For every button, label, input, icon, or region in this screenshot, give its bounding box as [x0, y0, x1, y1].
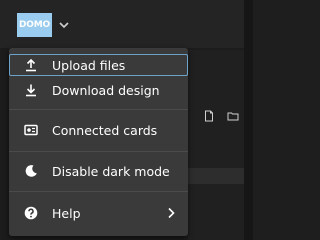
menu-item-label: Connected cards — [52, 122, 158, 138]
menu-item-connected-cards[interactable]: Connected cards — [9, 119, 188, 141]
menu-item-label: Upload files — [52, 57, 126, 73]
background-panel — [188, 50, 244, 240]
menu-item-label: Disable dark mode — [52, 163, 170, 179]
menu-item-label: Help — [52, 205, 81, 221]
right-scroll-strip — [244, 0, 253, 240]
help-icon — [24, 206, 38, 220]
menu-divider — [9, 109, 188, 110]
menu-item-disable-dark-mode[interactable]: Disable dark mode — [9, 160, 188, 182]
menu-item-label: Download design — [52, 82, 160, 98]
domo-logo[interactable]: DOMO — [17, 13, 52, 37]
menu-item-help[interactable]: Help — [9, 202, 188, 224]
background-selected-row — [186, 168, 244, 184]
top-bar: DOMO — [0, 0, 253, 48]
app-stage: DOMO Upload files Download design Connec… — [0, 0, 253, 240]
menu-divider — [9, 151, 188, 152]
chevron-right-icon — [168, 207, 175, 219]
folder-icon[interactable] — [227, 110, 239, 122]
menu-divider — [9, 191, 188, 192]
menu-item-download-design[interactable]: Download design — [9, 79, 188, 101]
menu-item-upload-files[interactable]: Upload files — [9, 54, 188, 76]
moon-icon — [24, 164, 38, 178]
dropdown-menu: Upload files Download design Connected c… — [9, 48, 188, 236]
upload-icon — [24, 58, 38, 72]
connected-cards-icon — [24, 123, 38, 137]
file-icon[interactable] — [203, 110, 215, 122]
download-icon — [24, 83, 38, 97]
chevron-down-icon[interactable] — [58, 15, 70, 35]
